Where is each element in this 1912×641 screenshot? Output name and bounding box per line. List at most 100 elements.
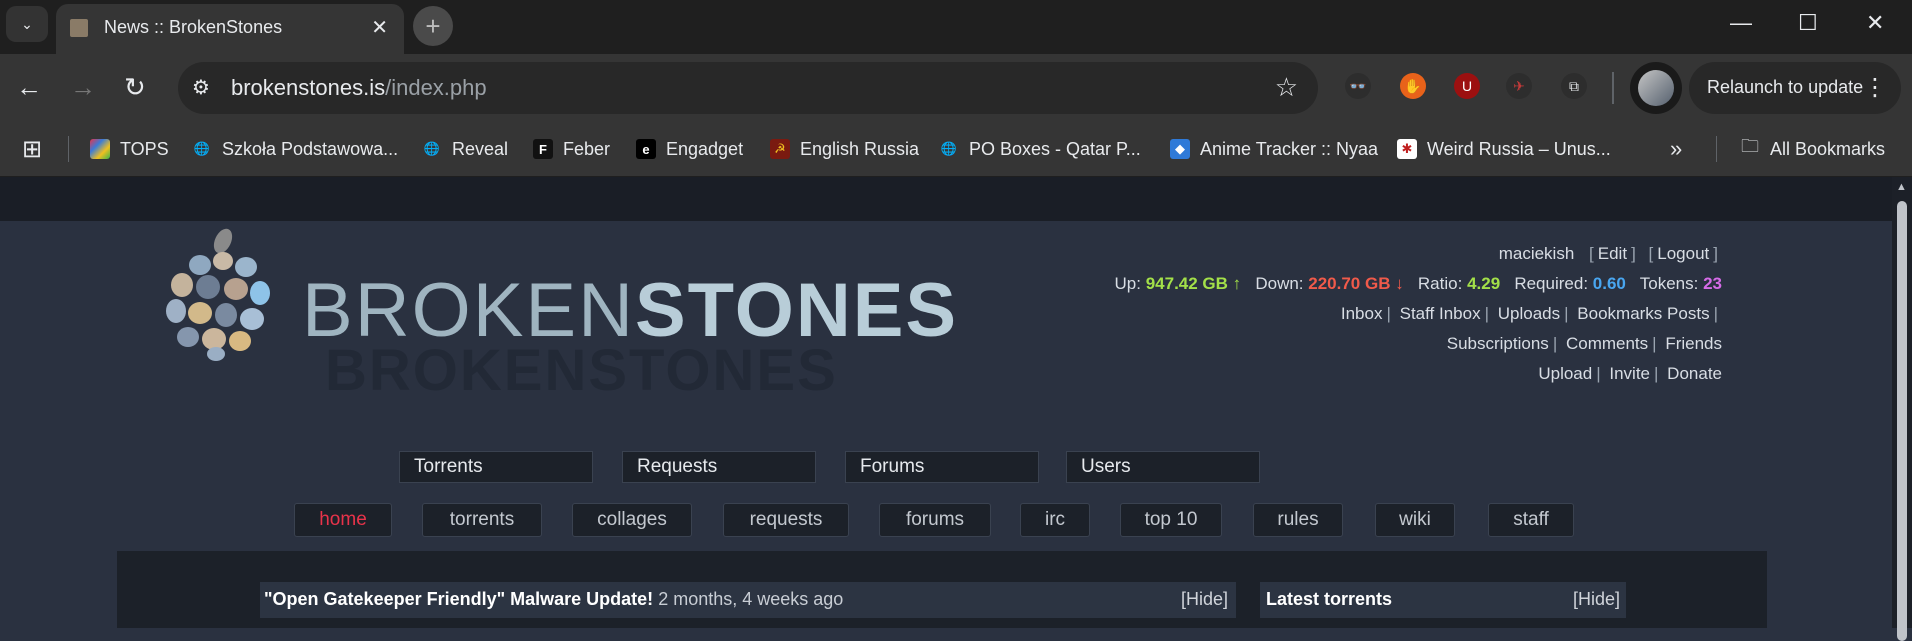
nav-top10[interactable]: top 10: [1120, 503, 1222, 537]
new-tab-button[interactable]: +: [413, 6, 453, 46]
extension-red-icon[interactable]: ✈: [1506, 73, 1532, 99]
user-info-panel: maciekish [Edit] [Logout] Up: 947.42 GB …: [1115, 239, 1723, 389]
english-russia-icon: ☭: [770, 139, 790, 159]
bookmark-english-russia[interactable]: ☭ English Russia: [770, 136, 919, 162]
nav-forums[interactable]: forums: [879, 503, 991, 537]
apps-grid-icon[interactable]: ⊞: [22, 136, 42, 163]
address-bar[interactable]: ⚙ brokenstones.is/index.php ☆: [178, 62, 1318, 114]
bookmark-tops[interactable]: TOPS: [90, 136, 169, 162]
posts-link[interactable]: Posts: [1667, 304, 1710, 323]
tops-icon: [90, 139, 110, 159]
tab-search-button[interactable]: ⌄: [6, 6, 48, 42]
globe-icon: 🌐: [423, 141, 441, 156]
download-stat: 220.70 GB: [1308, 274, 1391, 293]
edit-link[interactable]: Edit: [1598, 244, 1627, 263]
site-info-icon[interactable]: ⚙: [192, 75, 210, 100]
all-bookmarks-button[interactable]: 🗀 All Bookmarks: [1740, 136, 1885, 162]
bookmarks-link[interactable]: Bookmarks: [1577, 304, 1662, 323]
news-title[interactable]: "Open Gatekeeper Friendly" Malware Updat…: [264, 589, 653, 609]
relaunch-button[interactable]: Relaunch to update ⋮: [1689, 62, 1901, 114]
ublock-icon[interactable]: U: [1454, 73, 1480, 99]
folder-icon: 🗀: [1741, 136, 1759, 156]
nav-home[interactable]: home: [294, 503, 392, 537]
friends-link[interactable]: Friends: [1665, 334, 1722, 353]
bookmark-star-icon[interactable]: ☆: [1275, 72, 1298, 103]
user-links-row-2: Subscriptions | Comments | Friends: [1446, 334, 1722, 353]
nav-staff[interactable]: staff: [1488, 503, 1574, 537]
bookmark-weird-russia[interactable]: ✱ Weird Russia – Unus...: [1397, 136, 1611, 162]
bookmark-szkola[interactable]: 🌐 Szkoła Podstawowa...: [192, 136, 398, 162]
bookmark-nyaa[interactable]: ◆ Anime Tracker :: Nyaa: [1170, 136, 1378, 162]
menu-requests[interactable]: Requests: [622, 451, 816, 483]
subscriptions-link[interactable]: Subscriptions: [1447, 334, 1549, 353]
news-header: "Open Gatekeeper Friendly" Malware Updat…: [260, 582, 1236, 618]
stats-row: Up: 947.42 GB ↑ Down: 220.70 GB ↓ Ratio:…: [1114, 274, 1723, 293]
uploads-link[interactable]: Uploads: [1498, 304, 1560, 323]
tokens-stat[interactable]: 23: [1703, 274, 1722, 293]
news-date: 2 months, 4 weeks ago: [658, 589, 844, 609]
inbox-link[interactable]: Inbox: [1341, 304, 1383, 323]
logout-link[interactable]: Logout: [1657, 244, 1709, 263]
tab-title: News :: BrokenStones: [104, 17, 283, 37]
page-top-strip: [0, 177, 1892, 221]
ratio-stat: 4.29: [1467, 274, 1501, 293]
nav-requests[interactable]: requests: [723, 503, 849, 537]
menu-torrents[interactable]: Torrents: [399, 451, 593, 483]
extensions-puzzle-icon[interactable]: ⧉: [1561, 73, 1587, 99]
more-menu-icon[interactable]: ⋮: [1863, 73, 1887, 102]
user-links-row-3: Upload | Invite | Donate: [1538, 364, 1722, 383]
page-scrollbar[interactable]: ▲: [1892, 177, 1912, 641]
invite-link[interactable]: Invite: [1609, 364, 1650, 383]
globe-icon: 🌐: [193, 141, 211, 156]
latest-hide-link[interactable]: [Hide]: [1573, 589, 1620, 610]
menu-forums[interactable]: Forums: [845, 451, 1039, 483]
bookmark-divider: [68, 136, 69, 162]
bookmark-feber[interactable]: F Feber: [533, 136, 610, 162]
nav-torrents[interactable]: torrents: [422, 503, 542, 537]
browser-toolbar: ← → ↻ ⚙ brokenstones.is/index.php ☆ 👓 ✋ …: [0, 54, 1912, 122]
comments-link[interactable]: Comments: [1566, 334, 1648, 353]
bookmark-reveal[interactable]: 🌐 Reveal: [422, 136, 508, 162]
close-window-button[interactable]: ✕: [1866, 10, 1884, 36]
bookmarks-overflow-icon[interactable]: »: [1670, 136, 1682, 162]
donate-link[interactable]: Donate: [1667, 364, 1722, 383]
tab-strip: ⌄ News :: BrokenStones ✕ + — ☐ ✕: [0, 0, 1912, 54]
bookmark-po-boxes[interactable]: 🌐 PO Boxes - Qatar P...: [939, 136, 1141, 162]
menu-users[interactable]: Users: [1066, 451, 1260, 483]
nav-irc[interactable]: irc: [1020, 503, 1090, 537]
user-row: maciekish [Edit] [Logout]: [1498, 244, 1718, 263]
bookmark-divider: [1716, 136, 1717, 162]
active-tab[interactable]: News :: BrokenStones ✕: [56, 4, 404, 54]
toolbar-divider: [1612, 72, 1614, 104]
globe-icon: 🌐: [940, 141, 958, 156]
profile-avatar[interactable]: [1630, 62, 1682, 114]
arrow-up-icon: ↑: [1227, 274, 1242, 293]
logo-stones-icon: [166, 228, 270, 361]
scrollbar-thumb[interactable]: [1897, 201, 1907, 641]
staff-inbox-link[interactable]: Staff Inbox: [1400, 304, 1481, 323]
nav-collages[interactable]: collages: [572, 503, 692, 537]
upload-stat: 947.42 GB: [1145, 274, 1228, 293]
forward-icon[interactable]: →: [70, 72, 96, 103]
reload-icon[interactable]: ↻: [124, 72, 146, 103]
page-viewport: ▲ BROKENSTONES BROKENSTONES maciekish [E…: [0, 177, 1912, 641]
back-icon[interactable]: ←: [16, 72, 42, 103]
site-logo-text[interactable]: BROKENSTONES: [302, 267, 958, 354]
nav-wiki[interactable]: wiki: [1375, 503, 1455, 537]
arrow-down-icon: ↓: [1390, 274, 1404, 293]
required-stat: 0.60: [1592, 274, 1626, 293]
scroll-up-icon[interactable]: ▲: [1896, 181, 1907, 193]
maximize-button[interactable]: ☐: [1798, 10, 1818, 36]
username-link[interactable]: maciekish: [1499, 244, 1575, 263]
extension-orange-icon[interactable]: ✋: [1400, 73, 1426, 99]
news-hide-link[interactable]: [Hide]: [1181, 589, 1228, 610]
avatar: [1638, 70, 1674, 106]
bookmark-engadget[interactable]: e Engadget: [636, 136, 743, 162]
minimize-button[interactable]: —: [1730, 10, 1752, 36]
weird-russia-icon: ✱: [1397, 139, 1417, 159]
url-text[interactable]: brokenstones.is/index.php: [231, 75, 487, 101]
extension-spy-icon[interactable]: 👓: [1345, 73, 1371, 99]
upload-link[interactable]: Upload: [1538, 364, 1592, 383]
tab-close-icon[interactable]: ✕: [371, 15, 388, 40]
nav-rules[interactable]: rules: [1253, 503, 1343, 537]
